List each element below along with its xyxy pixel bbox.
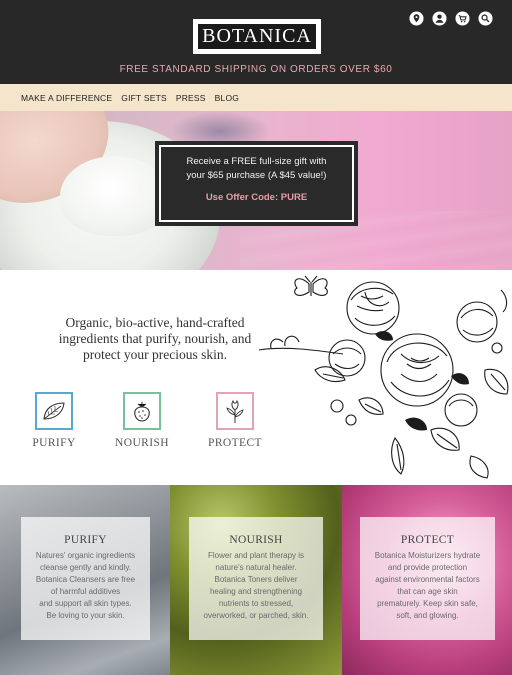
nourish-card-text: Flower and plant therapy is nature's nat… (203, 551, 309, 620)
mission-line-2: ingredients that purify, nourish, and (58, 331, 252, 346)
protect-card-text: Botanica Moisturizers hydrate and provid… (374, 551, 481, 620)
panel-nourish[interactable]: NOURISH Flower and plant therapy is natu… (170, 485, 342, 675)
nourish-card: NOURISH Flower and plant therapy is natu… (189, 517, 323, 640)
pillar-label-nourish: NOURISH (115, 437, 169, 449)
mission-statement: Organic, bio-active, hand-crafted ingred… (40, 315, 270, 363)
pillar-nourish[interactable]: NOURISH (112, 392, 172, 449)
mission-line-3: protect your precious skin. (83, 347, 227, 362)
shipping-banner: FREE STANDARD SHIPPING ON ORDERS OVER $6… (119, 64, 393, 75)
nav-item-blog[interactable]: BLOG (215, 93, 239, 103)
botanica-logo[interactable]: BOTANICA (193, 19, 321, 54)
pillar-label-purify: PURIFY (32, 437, 76, 449)
purify-card-title: PURIFY (64, 534, 107, 546)
panel-protect[interactable]: PROTECT Botanica Moisturizers hydrate an… (342, 485, 512, 675)
site-header: BOTANICA FREE STANDARD SHIPPING ON ORDER… (0, 0, 512, 84)
botanical-illustration (258, 275, 509, 479)
protect-card: PROTECT Botanica Moisturizers hydrate an… (360, 517, 495, 640)
mission-line-1: Organic, bio-active, hand-crafted (65, 315, 245, 330)
panel-purify[interactable]: PURIFY Natures' organic ingredients clea… (0, 485, 170, 675)
cream-image (60, 156, 170, 236)
pillar-purify[interactable]: PURIFY (30, 392, 78, 449)
account-icon[interactable] (432, 11, 447, 26)
leaf-icon (35, 392, 73, 430)
main-nav: MAKE A DIFFERENCE GIFT SETS PRESS BLOG (0, 84, 512, 111)
nav-item-gift-sets[interactable]: GIFT SETS (121, 93, 167, 103)
nourish-card-title: NOURISH (229, 534, 283, 546)
promo-line-2: your $65 purchase (A $45 value!) (186, 170, 327, 181)
header-icons (409, 11, 493, 26)
purify-card-text: Natures' organic ingredients cleanse gen… (35, 551, 136, 620)
promo-line-1: Receive a FREE full-size gift with (186, 156, 327, 167)
promo-code: Use Offer Code: PURE (205, 192, 308, 203)
nav-item-press[interactable]: PRESS (176, 93, 206, 103)
location-pin-icon[interactable] (409, 11, 424, 26)
protect-card-title: PROTECT (400, 534, 455, 546)
nav-item-make-a-difference[interactable]: MAKE A DIFFERENCE (21, 93, 112, 103)
promo-text: Receive a FREE full-size gift with your … (155, 155, 358, 183)
berry-icon (123, 392, 161, 430)
flower-bud-icon (216, 392, 254, 430)
search-icon[interactable] (478, 11, 493, 26)
promo-box[interactable]: Receive a FREE full-size gift with your … (155, 141, 358, 226)
purify-card: PURIFY Natures' organic ingredients clea… (21, 517, 150, 640)
cart-icon[interactable] (455, 11, 470, 26)
